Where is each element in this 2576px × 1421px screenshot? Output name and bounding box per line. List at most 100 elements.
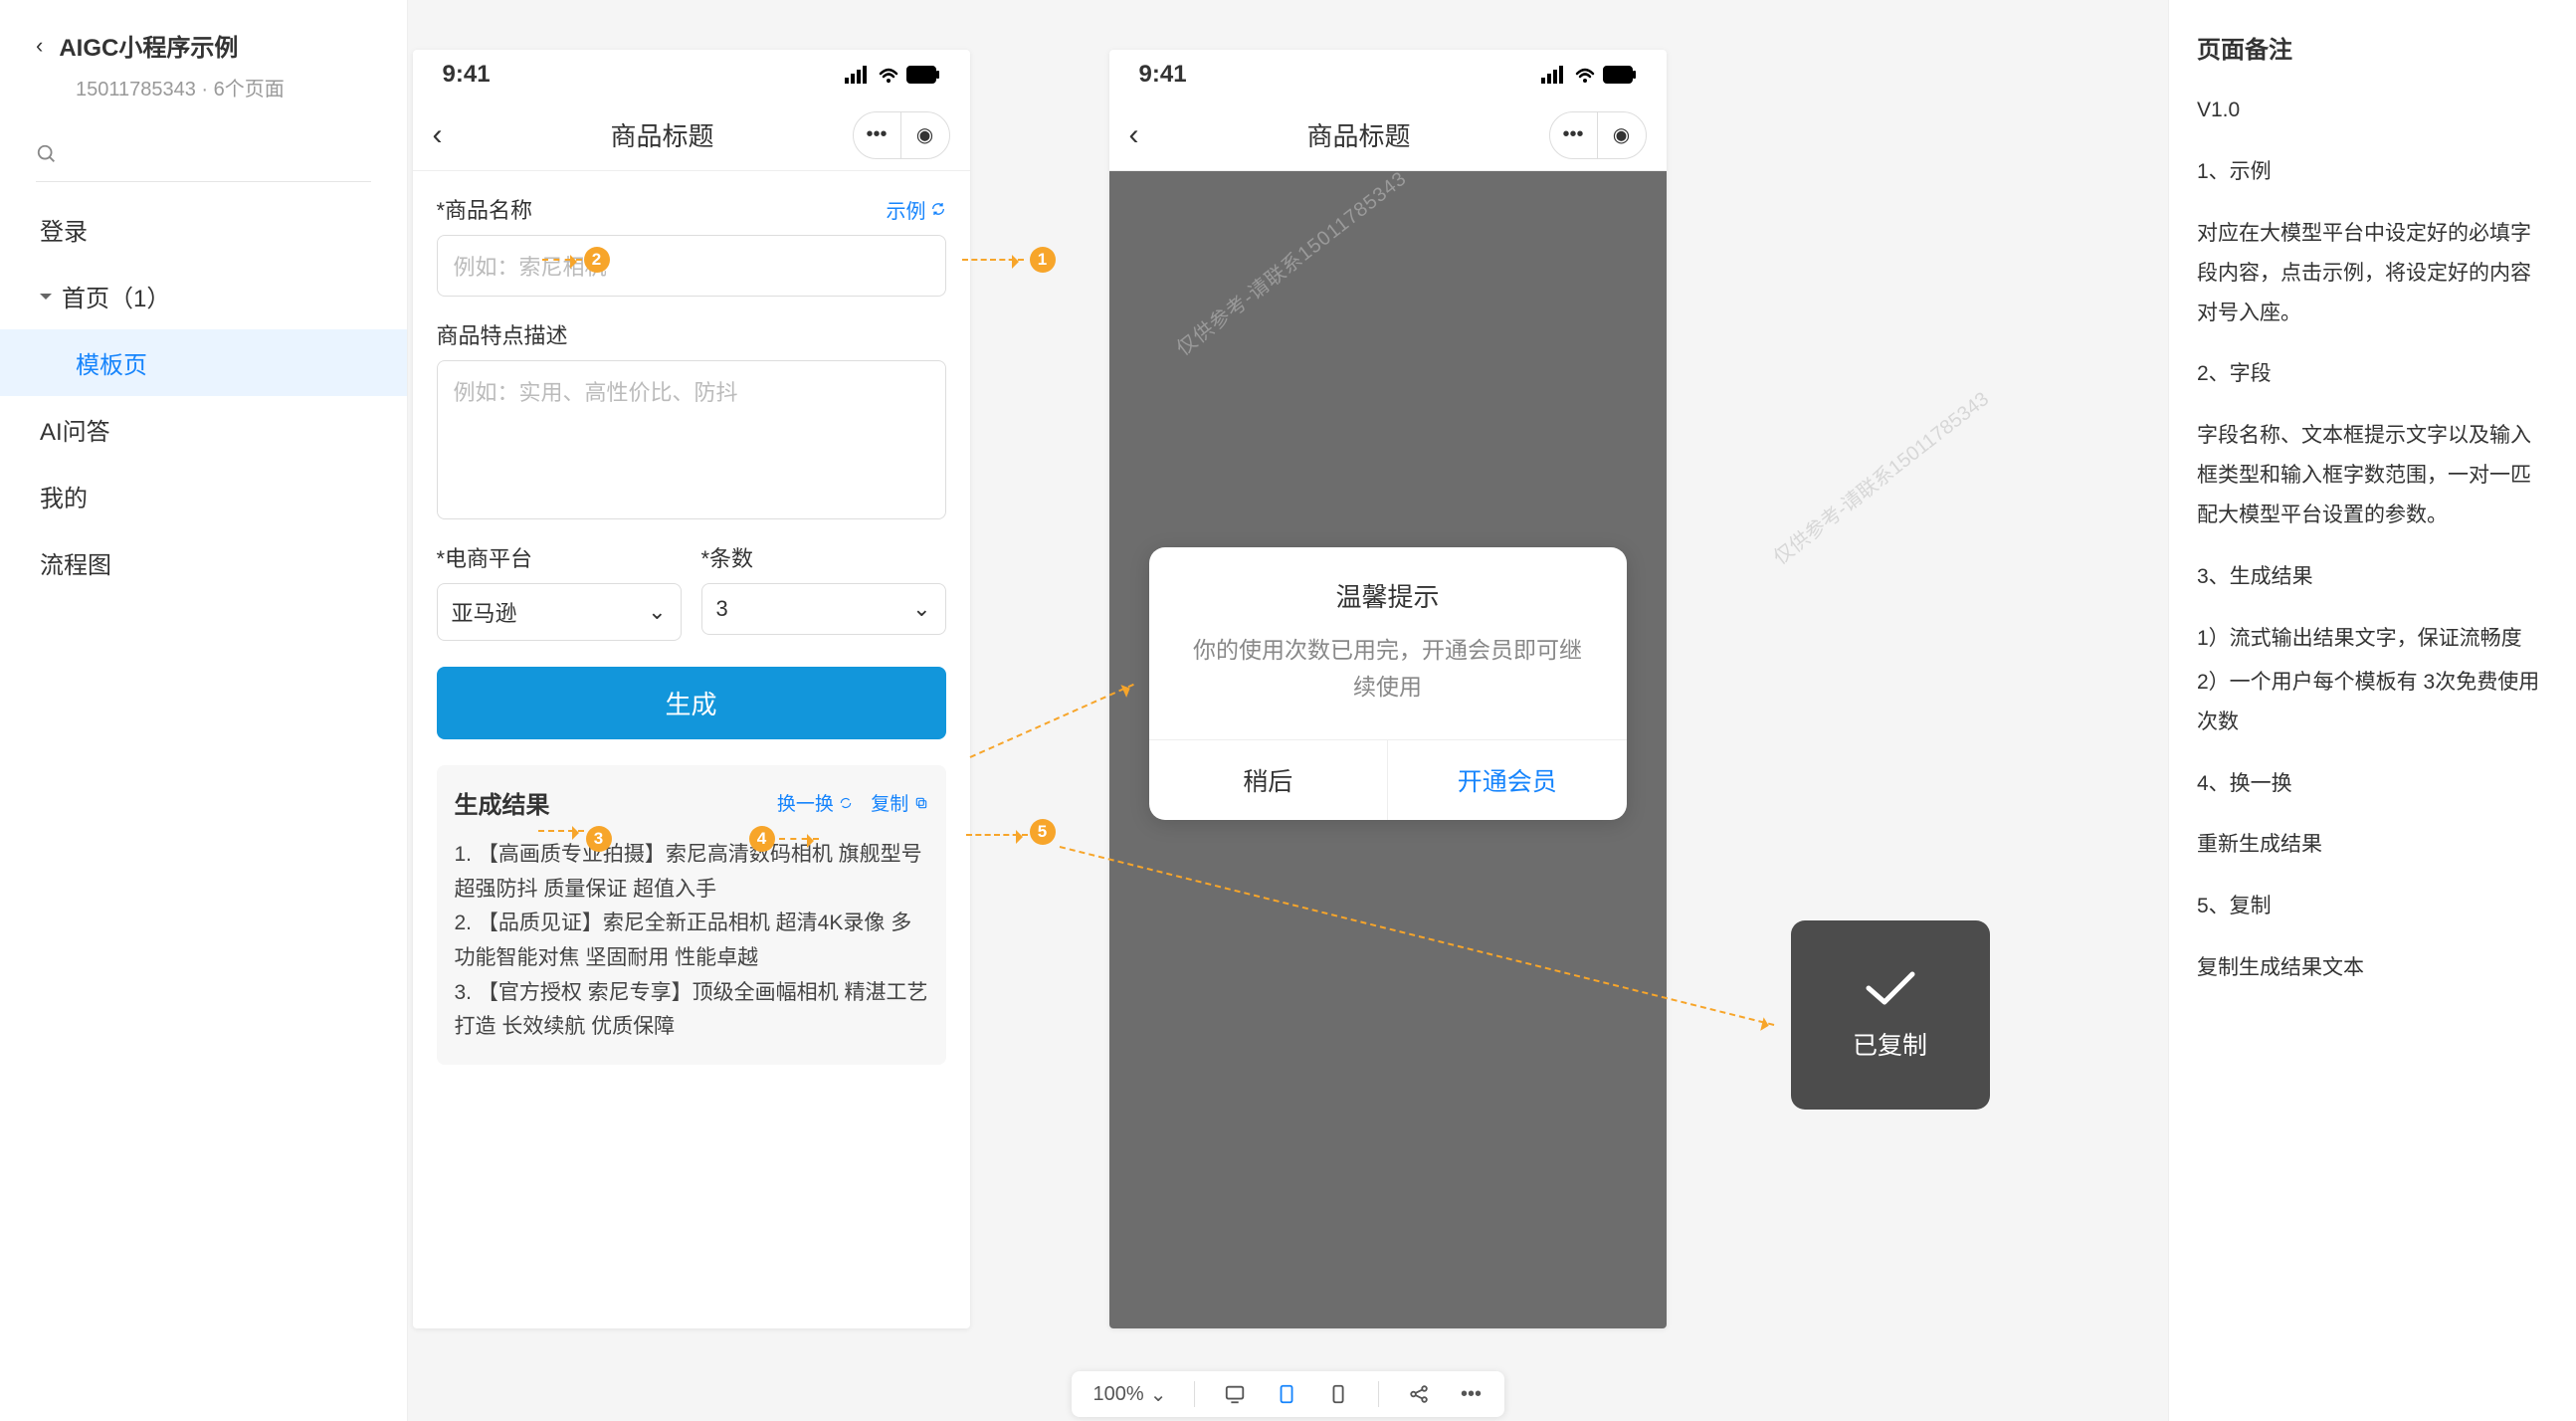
copy-icon — [914, 796, 928, 810]
nav-title: 商品标题 — [1169, 116, 1549, 153]
count-select[interactable]: 3⌄ — [701, 583, 946, 635]
upgrade-modal: 温馨提示 你的使用次数已用完，开通会员即可继续使用 稍后 开通会员 — [1149, 547, 1627, 820]
refresh-icon — [839, 796, 853, 810]
phone-mock-modal: 9:41 ‹ 商品标题 ••• ◉ 仅供参考-请联系150 — [1109, 50, 1667, 1328]
annotation-1: 1 — [1030, 247, 1056, 273]
left-sidebar: ‹ AIGC小程序示例 15011785343 · 6个页面 登录 首页（1） … — [0, 0, 408, 1421]
separator — [1194, 1381, 1195, 1407]
refresh-icon — [930, 201, 946, 217]
chevron-down-icon: ⌄ — [1150, 1382, 1167, 1407]
capsule-close-icon[interactable]: ◉ — [1598, 111, 1646, 159]
sidebar-item-home[interactable]: 首页（1） — [0, 263, 407, 329]
notes-block: 2、字段 — [2197, 354, 2548, 394]
nav-back-icon[interactable]: ‹ — [433, 118, 473, 152]
status-icons — [1541, 66, 1637, 84]
device-desktop-icon[interactable] — [1223, 1382, 1247, 1406]
platform-label: *电商平台 — [437, 541, 682, 573]
annotation-4: 4 — [749, 826, 775, 852]
sidebar-item-template[interactable]: 模板页 — [0, 329, 407, 396]
notes-block: 4、换一换 — [2197, 764, 2548, 804]
result-card: 生成结果 换一换 复制 1. 【高画质专业拍摄】索尼高清数码相机 旗舰型号 超强… — [437, 765, 946, 1065]
search-icon — [36, 143, 58, 165]
battery-icon — [906, 66, 940, 84]
annotation-arrow — [779, 838, 819, 840]
swap-link[interactable]: 换一换 — [777, 789, 853, 816]
notes-block: 1）流式输出结果文字，保证流畅度 — [2197, 619, 2548, 659]
product-name-input[interactable]: 例如：索尼相机 — [437, 235, 946, 297]
battery-icon — [1603, 66, 1637, 84]
signal-icon — [1541, 66, 1567, 84]
capsule-close-icon[interactable]: ◉ — [901, 111, 949, 159]
phone-mock-form: 9:41 ‹ 商品标题 ••• ◉ — [413, 50, 970, 1328]
copy-link[interactable]: 复制 — [871, 789, 927, 816]
platform-select[interactable]: 亚马逊⌄ — [437, 583, 682, 641]
annotation-arrow — [538, 830, 584, 832]
notes-block: 3、生成结果 — [2197, 557, 2548, 597]
sidebar-item-flow[interactable]: 流程图 — [0, 529, 407, 596]
zoom-control[interactable]: 100% ⌄ — [1093, 1382, 1167, 1407]
notes-block: 字段名称、文本框提示文字以及输入框类型和输入框字数范围，一对一匹配大模型平台设置… — [2197, 416, 2548, 535]
chevron-down-icon: ⌄ — [648, 599, 666, 625]
notes-block: 1、示例 — [2197, 152, 2548, 192]
nav-back-icon[interactable]: ‹ — [1129, 118, 1169, 152]
watermark-text: 仅供参考-请联系15011785343 — [1766, 383, 1994, 570]
status-bar: 9:41 — [1109, 50, 1667, 100]
capsule-menu-icon[interactable]: ••• — [854, 111, 901, 159]
signal-icon — [845, 66, 871, 84]
modal-upgrade-button[interactable]: 开通会员 — [1388, 740, 1627, 820]
bottom-toolbar: 100% ⌄ ••• — [1072, 1371, 1505, 1417]
annotation-3: 3 — [586, 826, 612, 852]
modal-title: 温馨提示 — [1149, 547, 1627, 632]
result-title: 生成结果 — [455, 785, 550, 820]
project-meta: 15011785343 · 6个页面 — [76, 73, 371, 102]
wifi-icon — [1573, 66, 1597, 84]
device-tablet-icon[interactable] — [1275, 1382, 1298, 1406]
modal-later-button[interactable]: 稍后 — [1149, 740, 1389, 820]
generate-button[interactable]: 生成 — [437, 667, 946, 739]
status-time: 9:41 — [1139, 61, 1187, 89]
sidebar-item-ai[interactable]: AI问答 — [0, 396, 407, 463]
design-canvas[interactable]: 9:41 ‹ 商品标题 ••• ◉ — [408, 0, 2168, 1421]
annotation-2: 2 — [584, 247, 610, 273]
toast-text: 已复制 — [1853, 1026, 1927, 1062]
sidebar-item-mine[interactable]: 我的 — [0, 463, 407, 529]
phone-navbar: ‹ 商品标题 ••• ◉ — [1109, 100, 1667, 171]
page-list: 登录 首页（1） 模板页 AI问答 我的 流程图 — [0, 182, 407, 596]
count-label: *条数 — [701, 541, 946, 573]
annotation-arrow — [966, 834, 1028, 836]
more-icon[interactable]: ••• — [1459, 1382, 1483, 1406]
annotation-arrow — [962, 259, 1024, 261]
chevron-down-icon: ⌄ — [912, 596, 930, 622]
result-text: 1. 【高画质专业拍摄】索尼高清数码相机 旗舰型号 超强防抖 质量保证 超值入手… — [455, 838, 928, 1045]
status-bar: 9:41 — [413, 50, 970, 100]
notes-block: 对应在大模型平台中设定好的必填字段内容，点击示例，将设定好的内容对号入座。 — [2197, 214, 2548, 333]
desc-label: 商品特点描述 — [437, 318, 946, 350]
capsule-menu-icon[interactable]: ••• — [1550, 111, 1598, 159]
checkmark-icon — [1863, 968, 1918, 1008]
annotation-arrow — [542, 259, 582, 261]
notes-panel: 页面备注 V1.0 1、示例 对应在大模型平台中设定好的必填字段内容，点击示例，… — [2168, 0, 2576, 1421]
search-input[interactable] — [36, 133, 371, 182]
separator — [1378, 1381, 1379, 1407]
status-time: 9:41 — [443, 61, 491, 89]
capsule: ••• ◉ — [1549, 111, 1647, 159]
notes-version: V1.0 — [2197, 91, 2548, 130]
product-name-label: *商品名称 — [437, 193, 533, 225]
sidebar-item-login[interactable]: 登录 — [0, 196, 407, 263]
desc-textarea[interactable]: 例如：实用、高性价比、防抖 — [437, 360, 946, 519]
notes-block: 5、复制 — [2197, 887, 2548, 926]
example-link[interactable]: 示例 — [887, 195, 946, 224]
status-icons — [845, 66, 940, 84]
capsule: ••• ◉ — [853, 111, 950, 159]
annotation-5: 5 — [1030, 819, 1056, 845]
back-icon[interactable]: ‹ — [36, 33, 43, 59]
notes-block: 2）一个用户每个模板有 3次免费使用次数 — [2197, 663, 2548, 742]
copied-toast: 已复制 — [1791, 920, 1990, 1110]
nav-title: 商品标题 — [473, 116, 853, 153]
device-phone-icon[interactable] — [1326, 1382, 1350, 1406]
share-icon[interactable] — [1407, 1382, 1431, 1406]
modal-message: 你的使用次数已用完，开通会员即可继续使用 — [1149, 632, 1627, 739]
phone-navbar: ‹ 商品标题 ••• ◉ — [413, 100, 970, 171]
notes-block: 重新生成结果 — [2197, 825, 2548, 865]
wifi-icon — [877, 66, 900, 84]
